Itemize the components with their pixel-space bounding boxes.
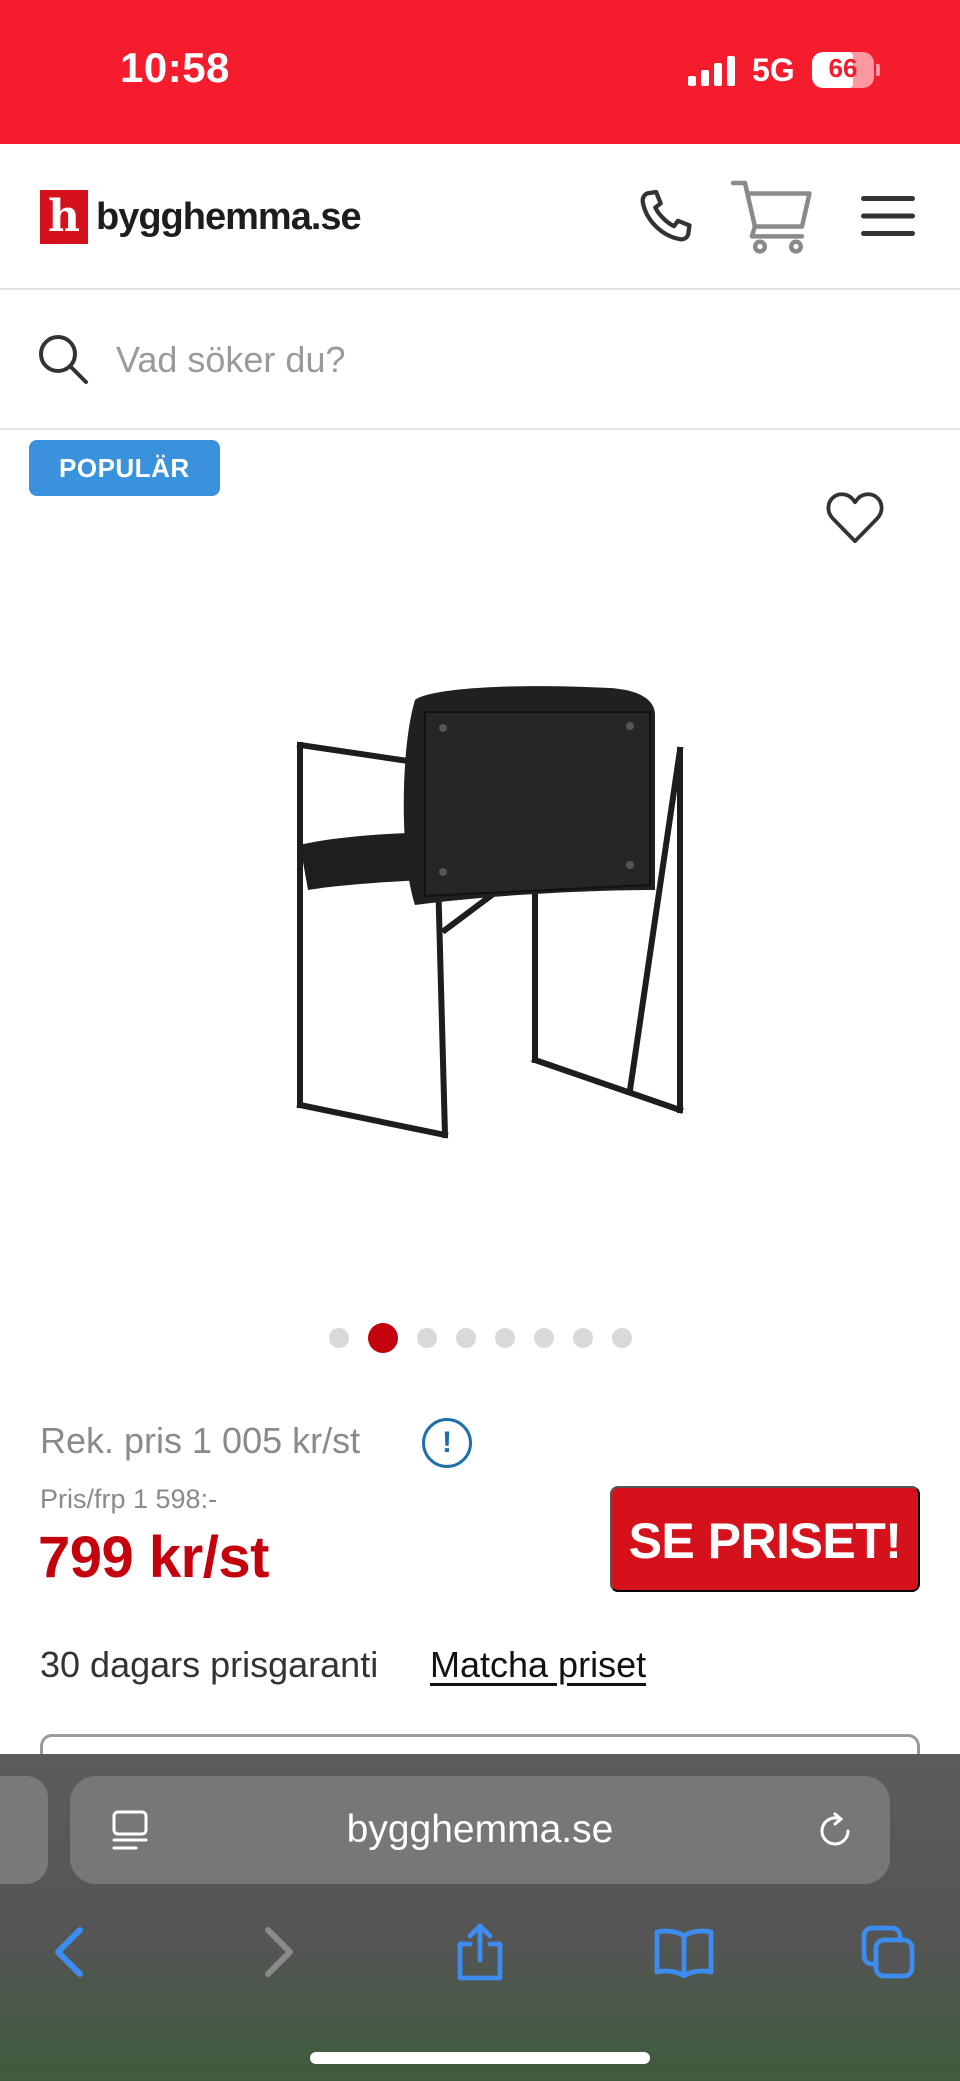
carousel-dot[interactable]	[494, 1328, 515, 1348]
signal-icon	[688, 56, 735, 86]
carousel-dot-active[interactable]	[367, 1323, 398, 1353]
site-logo[interactable]: h bygghemma.se	[40, 188, 362, 246]
cart-icon[interactable]	[730, 174, 814, 258]
previous-tab[interactable]	[0, 1776, 48, 1884]
logo-mark: h	[40, 190, 88, 244]
back-icon[interactable]	[30, 1912, 110, 1992]
price-per-package: Pris/frp 1 598:-	[40, 1484, 218, 1514]
carousel-dot[interactable]	[611, 1328, 632, 1348]
tabs-icon[interactable]	[848, 1912, 928, 1992]
chair-image[interactable]	[260, 660, 720, 1160]
carousel-dot[interactable]	[455, 1328, 476, 1348]
search-input[interactable]	[116, 330, 896, 390]
battery-level: 66	[828, 53, 858, 83]
browser-toolbar	[0, 1912, 960, 1992]
carousel-dot[interactable]	[416, 1328, 437, 1348]
forward-icon[interactable]	[238, 1912, 318, 1992]
carousel-dot[interactable]	[328, 1328, 349, 1348]
browser-chrome: bygghemma.se	[0, 1754, 960, 2081]
bookmarks-icon[interactable]	[644, 1912, 724, 1992]
network-label: 5G	[752, 52, 795, 88]
reload-icon[interactable]	[814, 1810, 856, 1852]
carousel-dot[interactable]	[533, 1328, 554, 1348]
battery-icon: 66	[812, 52, 880, 88]
status-bar: 10:58 5G 66	[0, 0, 960, 144]
share-icon[interactable]	[440, 1912, 520, 1992]
home-indicator[interactable]	[310, 2052, 650, 2064]
url-text: bygghemma.se	[346, 1808, 614, 1851]
address-bar[interactable]: bygghemma.se	[70, 1776, 890, 1884]
see-price-button[interactable]: SE PRISET!	[610, 1486, 920, 1592]
info-icon[interactable]: !	[422, 1418, 472, 1468]
search-bar	[0, 290, 960, 430]
phone-icon[interactable]	[624, 174, 708, 258]
recommended-price: Rek. pris 1 005 kr/st	[40, 1420, 361, 1461]
price-guarantee: 30 dagars prisgaranti	[40, 1644, 379, 1685]
carousel-dot[interactable]	[572, 1328, 593, 1348]
menu-icon[interactable]	[846, 174, 930, 258]
search-icon	[39, 335, 88, 384]
site-header: h bygghemma.se	[0, 144, 960, 290]
match-price-link[interactable]: Matcha priset	[430, 1644, 646, 1686]
heart-icon[interactable]	[818, 480, 892, 554]
status-time: 10:58	[120, 44, 230, 91]
logo-text: bygghemma.se	[96, 195, 362, 238]
image-carousel-dots[interactable]	[0, 1322, 960, 1354]
product-price: 799 kr/st	[38, 1525, 269, 1590]
popular-badge: POPULÄR	[29, 440, 220, 496]
